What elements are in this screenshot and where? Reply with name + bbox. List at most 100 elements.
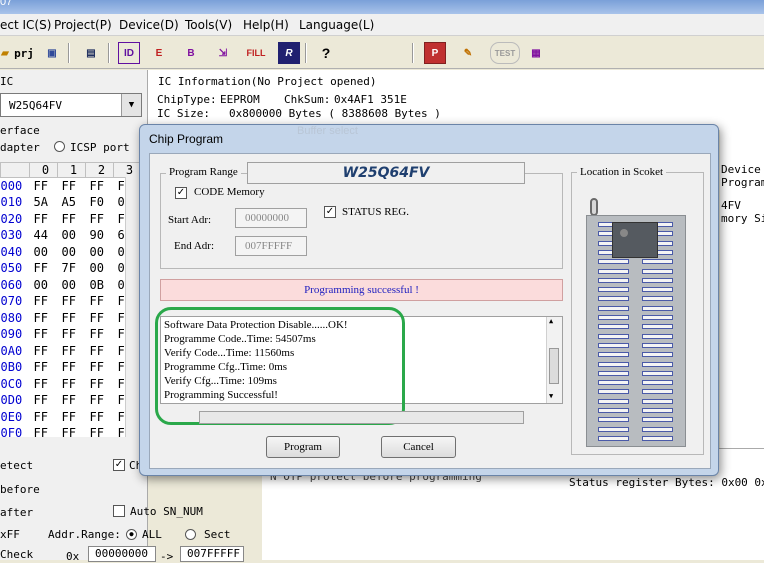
menu-tools[interactable]: Tools(V) — [185, 18, 232, 32]
hex-cell[interactable]: FF — [30, 409, 58, 426]
hex-cell[interactable]: FF — [58, 343, 86, 360]
hex-cell[interactable]: FF — [86, 293, 114, 310]
hex-cell[interactable]: A5 — [58, 194, 86, 211]
hex-cell[interactable]: FF — [30, 343, 58, 360]
hex-cell[interactable]: FF — [86, 211, 114, 228]
memory-size-label: mory Siz — [721, 212, 764, 225]
hex-cell[interactable]: FF — [58, 293, 86, 310]
hex-cell[interactable]: FF — [30, 425, 58, 442]
hex-cell[interactable]: FF — [30, 260, 58, 277]
hex-cell[interactable]: 00 — [58, 227, 86, 244]
buffer-select-ghost: Buffer select — [297, 125, 358, 137]
hex-cell[interactable]: 44 — [30, 227, 58, 244]
xff-label: xFF — [0, 528, 20, 541]
chip-in-socket-icon — [612, 222, 658, 258]
start-address-label: Start Adr: — [168, 214, 212, 226]
hex-cell[interactable]: FF — [86, 359, 114, 376]
chip-select[interactable]: W25Q64FV ▼ — [0, 93, 142, 117]
menu-help[interactable]: Help(H) — [243, 18, 289, 32]
check-checkbox[interactable]: ✓ — [113, 459, 125, 471]
hex-cell[interactable]: FF — [30, 326, 58, 343]
cancel-button[interactable]: Cancel — [381, 436, 456, 458]
socket-pin — [598, 333, 629, 339]
chevron-down-icon[interactable]: ▼ — [121, 94, 141, 116]
program-button[interactable]: Program — [266, 436, 340, 458]
hex-cell[interactable]: FF — [58, 178, 86, 195]
test-icon[interactable]: TEST — [490, 42, 520, 64]
blank-check-icon[interactable]: B — [180, 42, 202, 64]
menu-language[interactable]: Language(L) — [299, 18, 374, 32]
code-memory-label: CODE Memory — [194, 186, 265, 198]
hex-cell[interactable]: FF — [30, 310, 58, 327]
all-radio[interactable]: ● — [126, 529, 137, 540]
help-icon[interactable]: ? — [315, 42, 337, 64]
verify-icon[interactable]: R — [278, 42, 300, 64]
edit-icon[interactable]: ✎ — [457, 42, 479, 64]
read-icon[interactable]: ⇲ — [212, 42, 234, 64]
id-icon[interactable]: ID — [118, 42, 140, 64]
hex-cell[interactable]: FF — [58, 310, 86, 327]
hex-cell[interactable]: FF — [30, 293, 58, 310]
hex-cell[interactable]: FF — [58, 376, 86, 393]
all-label: ALL — [142, 528, 162, 541]
hex-cell[interactable]: 00 — [30, 277, 58, 294]
hex-cell[interactable]: FF — [86, 392, 114, 409]
save-project-icon[interactable]: ▣ — [41, 42, 63, 64]
hex-cell[interactable]: FF — [58, 211, 86, 228]
hex-cell[interactable]: FF — [58, 409, 86, 426]
hex-cell[interactable]: FF — [30, 392, 58, 409]
end-address-field[interactable]: 007FFFFF — [235, 236, 307, 256]
hex-cell[interactable]: FF — [86, 425, 114, 442]
hex-cell[interactable]: FF — [30, 359, 58, 376]
scroll-down-icon[interactable]: ▼ — [549, 392, 553, 400]
hex-table: 0 1 2 3 000FFFFFFFF0105AA5F00F020FFFFFFF… — [0, 162, 142, 442]
hex-cell[interactable]: 0B — [86, 277, 114, 294]
hex-cell[interactable]: FF — [86, 409, 114, 426]
hex-cell[interactable]: FF — [86, 310, 114, 327]
hex-cell[interactable]: 7F — [58, 260, 86, 277]
hex-cell[interactable]: 90 — [86, 227, 114, 244]
chksum-value: 0x4AF1 351E — [334, 93, 407, 106]
save-icon[interactable]: ▤ — [80, 42, 102, 64]
hex-cell[interactable]: FF — [86, 326, 114, 343]
program-icon[interactable]: P — [424, 42, 446, 64]
sect-radio[interactable] — [185, 529, 196, 540]
project-icon[interactable]: prj — [13, 42, 35, 64]
auto-sn-checkbox[interactable] — [113, 505, 125, 517]
hex-cell[interactable]: FF — [86, 376, 114, 393]
hex-cell[interactable]: FF — [86, 343, 114, 360]
verify-label: R — [285, 47, 293, 59]
hex-cell[interactable]: 00 — [86, 260, 114, 277]
hex-cell[interactable]: FF — [30, 376, 58, 393]
hex-cell[interactable]: FF — [58, 392, 86, 409]
hex-cell[interactable]: FF — [58, 359, 86, 376]
icsp-radio[interactable] — [54, 141, 65, 152]
code-memory-checkbox[interactable]: ✓ — [175, 187, 187, 199]
socket-lever-icon — [590, 198, 598, 216]
hex-grid[interactable]: 0 1 2 3 000FFFFFFFF0105AA5F00F020FFFFFFF… — [0, 162, 143, 440]
hex-cell[interactable]: 00 — [58, 277, 86, 294]
hex-cell[interactable]: F0 — [86, 194, 114, 211]
menu-select-ic[interactable]: ect IC(S) — [0, 18, 51, 32]
scroll-up-icon[interactable]: ▲ — [549, 317, 553, 325]
hex-cell[interactable]: FF — [58, 326, 86, 343]
log-scroll-thumb[interactable] — [549, 348, 559, 384]
hex-cell[interactable]: 00 — [86, 244, 114, 261]
erase-icon[interactable]: E — [148, 42, 170, 64]
hex-cell[interactable]: 00 — [58, 244, 86, 261]
hex-cell[interactable]: FF — [30, 178, 58, 195]
hex-cell[interactable]: 5A — [30, 194, 58, 211]
hex-cell[interactable]: FF — [30, 211, 58, 228]
status-reg-checkbox[interactable]: ✓ — [324, 206, 336, 218]
menu-project[interactable]: Project(P) — [54, 18, 112, 32]
toolbar-separator — [305, 43, 307, 63]
hex-cell[interactable]: FF — [86, 178, 114, 195]
hex-cell[interactable]: FF — [58, 425, 86, 442]
log-scrollbar[interactable]: ▲ ▼ — [546, 317, 562, 403]
hex-cell[interactable]: 00 — [30, 244, 58, 261]
menu-device[interactable]: Device(D) — [119, 18, 179, 32]
fill-icon[interactable]: FILL — [242, 42, 270, 64]
start-address-field[interactable]: 00000000 — [235, 208, 307, 228]
chip-icon[interactable]: ▦ — [525, 42, 547, 64]
hex-row-address: 070 — [0, 294, 23, 309]
